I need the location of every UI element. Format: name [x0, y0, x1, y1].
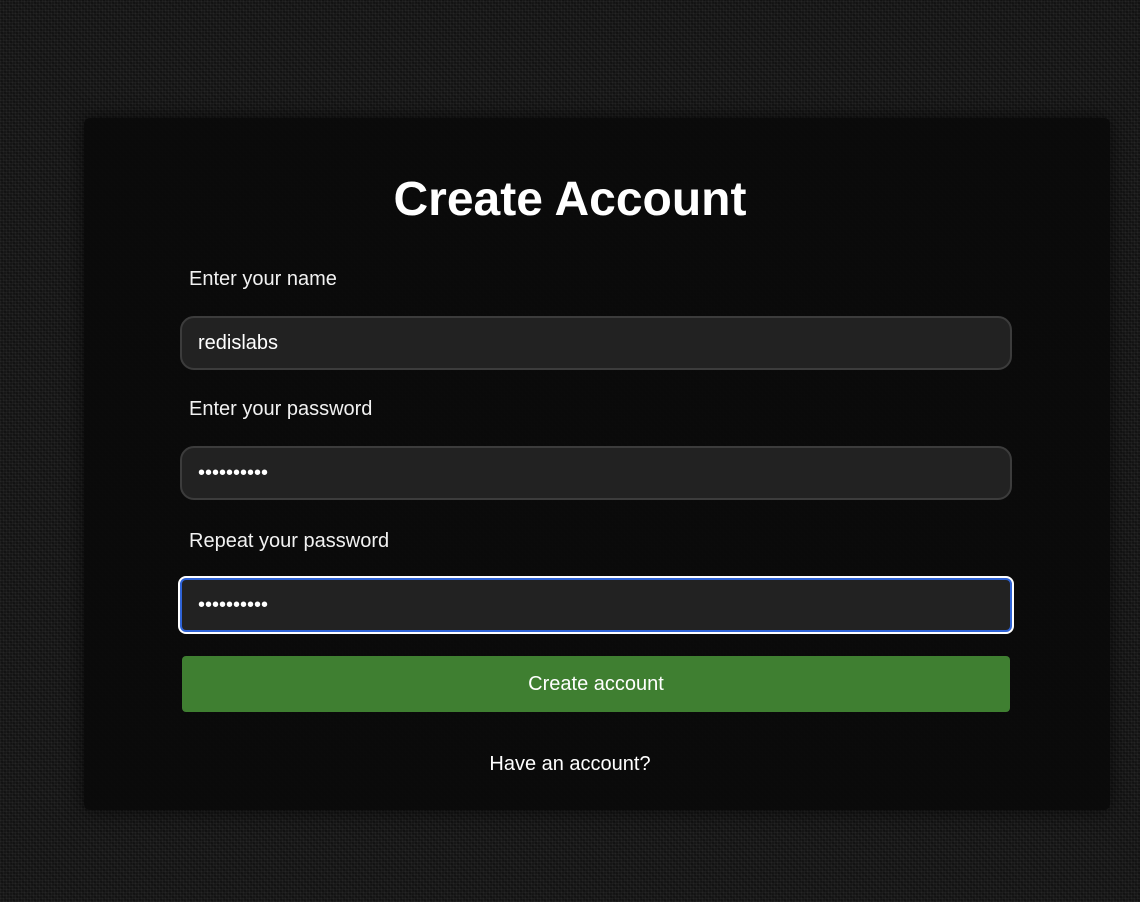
repeat-password-label: Repeat your password	[189, 530, 390, 552]
password-label: Enter your password	[189, 398, 373, 420]
name-input[interactable]	[180, 316, 1012, 370]
have-account-link[interactable]: Have an account?	[0, 752, 1140, 776]
create-account-button[interactable]: Create account	[182, 656, 1010, 712]
page-title: Create Account	[393, 173, 747, 226]
password-input[interactable]	[180, 446, 1012, 500]
name-label: Enter your name	[189, 268, 337, 290]
repeat-password-input[interactable]	[180, 578, 1012, 632]
